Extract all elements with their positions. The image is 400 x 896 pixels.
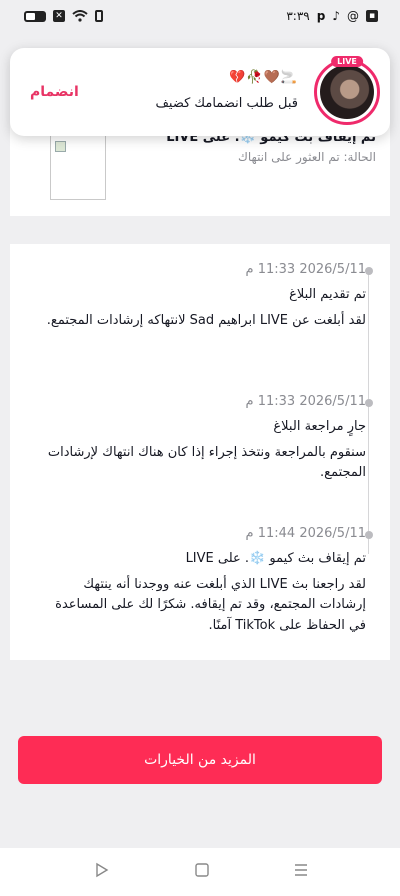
timeline-heading: جارٍ مراجعة البلاغ: [273, 419, 366, 434]
timeline-dot: [365, 399, 373, 407]
timeline-time: 2026/5/11 11:44 م: [245, 526, 366, 541]
p-icon: p: [316, 9, 326, 23]
x-icon: ✕: [53, 10, 65, 22]
wifi-icon: [72, 10, 88, 22]
timeline-body: لقد أبلغت عن LIVE ابراهيم Sad لانتهاكه إ…: [46, 312, 366, 328]
join-button[interactable]: انضمام: [30, 84, 79, 100]
live-thumbnail: [50, 134, 106, 200]
host-avatar[interactable]: LIVE: [314, 56, 380, 125]
timeline-body: سنقوم بالمراجعة ونتخذ إجراء إذا كان هناك…: [47, 444, 366, 481]
timeline-time: 2026/5/11 11:33 م: [245, 262, 366, 277]
host-name-emoji: 💔🥀🤎🚬: [229, 70, 298, 85]
report-timeline: 2026/5/11 11:33 م تم تقديم البلاغ لقد أب…: [10, 244, 390, 660]
status-time: ٣:٣٩: [286, 9, 310, 23]
toast-message: قبل طلب انضمامك كضيف: [155, 96, 298, 111]
join-request-toast[interactable]: LIVE 💔🥀🤎🚬 قبل طلب انضمامك كضيف انضمام: [10, 48, 390, 136]
timeline-dot: [365, 267, 373, 275]
timeline-item: 2026/5/11 11:44 م تم إيقاف بث كيمو ❄️. ع…: [36, 526, 366, 637]
vibrate-icon: [95, 10, 103, 22]
battery-icon: [24, 10, 46, 22]
timeline-item: 2026/5/11 11:33 م تم تقديم البلاغ لقد أب…: [36, 262, 366, 331]
timeline-time: 2026/5/11 11:33 م: [245, 394, 366, 409]
square-home-icon[interactable]: [194, 862, 210, 878]
timeline-heading: تم تقديم البلاغ: [289, 287, 366, 302]
status-bar: ✕ ٣:٣٩ p ♪ @ ▪: [0, 0, 400, 34]
timeline-body: لقد راجعنا بث LIVE الذي أبلغت عنه ووجدنا…: [55, 576, 366, 634]
system-nav-bar: [0, 848, 400, 896]
status-left-icons: ✕: [24, 10, 103, 22]
more-options-button[interactable]: المزيد من الخيارات: [18, 736, 382, 784]
avatar-image: [320, 65, 374, 119]
timeline-dot: [365, 531, 373, 539]
menu-icon[interactable]: [293, 862, 309, 878]
triangle-back-icon[interactable]: [94, 862, 110, 878]
timeline-line: [368, 272, 369, 554]
tiktok-icon: ♪: [332, 9, 340, 23]
square-app-icon: ▪: [366, 10, 378, 22]
live-badge: LIVE: [331, 56, 363, 67]
report-status: الحالة: تم العثور على انتهاك: [237, 150, 376, 164]
status-right: ٣:٣٩ p ♪ @ ▪: [286, 9, 378, 23]
timeline-item: 2026/5/11 11:33 م جارٍ مراجعة البلاغ سنق…: [36, 394, 366, 484]
broken-image-icon: [55, 141, 66, 152]
timeline-heading: تم إيقاف بث كيمو ❄️. على LIVE: [185, 551, 366, 566]
threads-icon: @: [347, 9, 359, 23]
